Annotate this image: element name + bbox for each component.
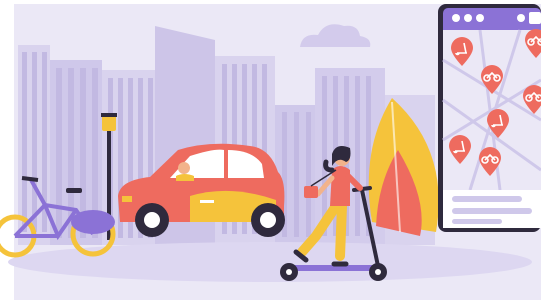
status-dot [452,14,460,22]
status-indicator [517,14,525,22]
urban-mobility-illustration [0,0,541,304]
panel-line-2 [452,208,532,214]
menu-icon[interactable] [529,12,541,24]
phone-map-app [438,4,541,232]
status-dots [452,14,484,22]
status-dot [464,14,472,22]
panel-line-3 [452,219,502,224]
ground [8,242,532,282]
panel-line-1 [452,196,522,202]
status-dot [476,14,484,22]
